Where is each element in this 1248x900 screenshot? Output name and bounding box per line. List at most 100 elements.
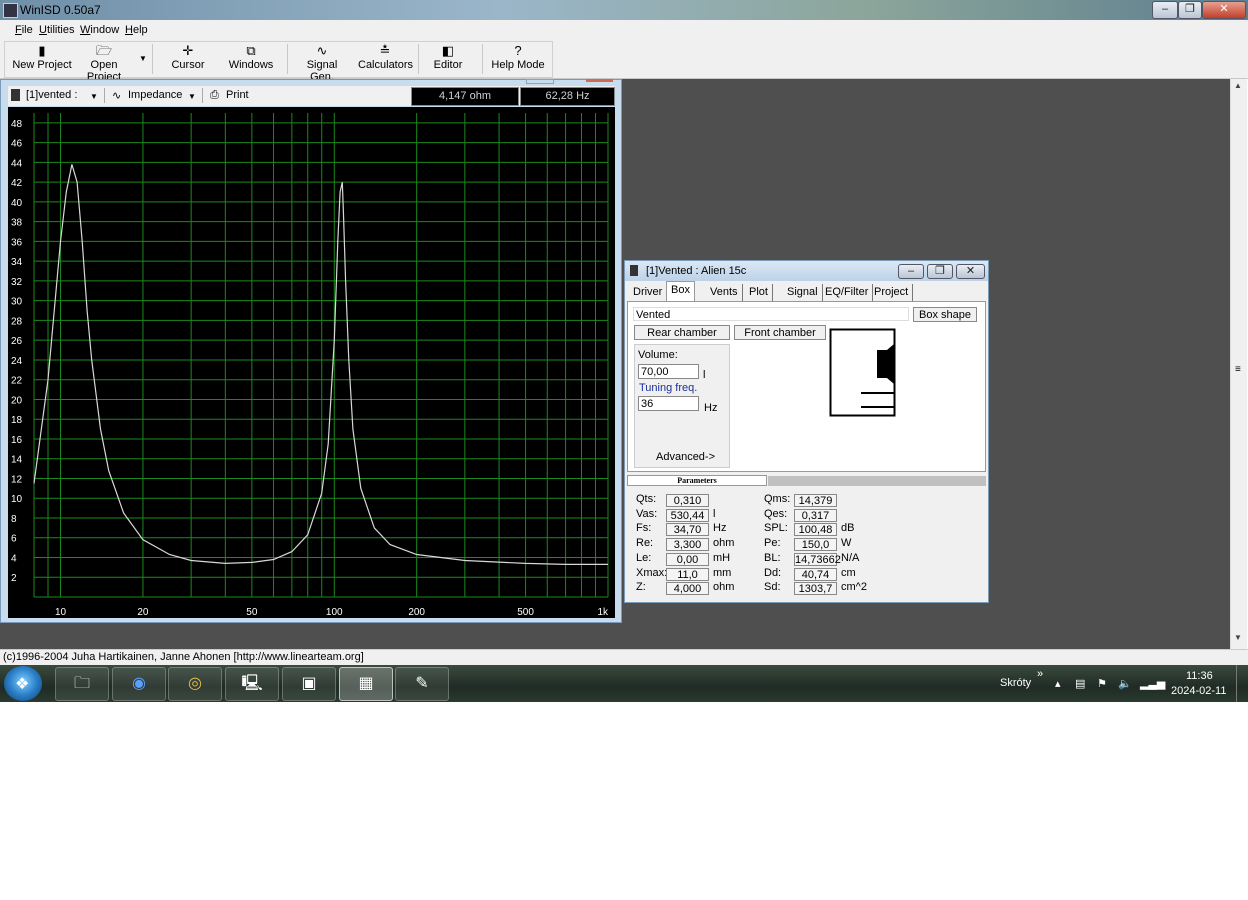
menu-file[interactable]: File <box>15 24 33 36</box>
scroll-thumb-grip-icon[interactable]: ≡ <box>1235 364 1241 375</box>
menu-help[interactable]: Help <box>125 24 148 36</box>
x-tick-label: 50 <box>246 607 258 618</box>
taskbar-photo-viewer[interactable]: ▣ <box>282 667 336 701</box>
tab-signal[interactable]: Signal <box>783 284 823 301</box>
param-right-value: 150,0 <box>794 538 837 552</box>
workspace-scrollbar[interactable]: ▲ ≡ ▼ <box>1230 79 1247 649</box>
param-left-label: Z: <box>636 581 646 594</box>
windows-taskbar: ❖ 🗀 ◉ ◎ 🖳 ▣ ▦ ✎ Skróty » ▴ ▤ ⚑ 🔈 ▂▃▅ 11:… <box>0 665 1248 702</box>
param-right-value: 14,379 <box>794 494 837 507</box>
calculators-button[interactable]: ≛ Calculators <box>358 43 413 76</box>
rear-chamber-button[interactable]: Rear chamber <box>634 325 730 340</box>
box-shape-button[interactable]: Box shape <box>913 307 977 322</box>
restore-icon[interactable]: ❐ <box>927 264 953 279</box>
y-tick-label: 44 <box>11 158 23 169</box>
close-icon[interactable]: ✕ <box>956 264 985 279</box>
tab-eq-filter[interactable]: EQ/Filter <box>821 284 874 301</box>
restore-icon[interactable]: ❐ <box>1178 1 1202 19</box>
taskbar-explorer[interactable]: 🗀 <box>55 667 109 701</box>
windows-logo-icon: ❖ <box>15 676 30 693</box>
y-tick-label: 42 <box>11 178 23 189</box>
menu-utilities[interactable]: Utilities <box>39 24 74 36</box>
chart-background <box>8 107 615 618</box>
status-bar: (c)1996-2004 Juha Hartikainen, Janne Aho… <box>0 649 1248 666</box>
impedance-chart[interactable]: 2468101214161820222426283032343638404244… <box>8 107 615 618</box>
tray-expand-icon[interactable]: ▴ <box>1055 677 1061 690</box>
taskbar-chrome[interactable]: ◎ <box>168 667 222 701</box>
scroll-up-icon[interactable]: ▲ <box>1234 81 1242 90</box>
taskbar-remote-desktop[interactable]: 🖳 <box>225 667 279 701</box>
param-left-unit: Hz <box>713 522 727 535</box>
param-left-unit: mm <box>713 566 732 579</box>
calculator-icon: ≛ <box>379 43 391 58</box>
param-right-label: BL: <box>764 551 781 564</box>
volume-icon[interactable]: 🔈 <box>1118 677 1132 690</box>
open-project-dropdown-icon[interactable]: ▼ <box>139 54 147 63</box>
network-icon[interactable]: ▂▃▅ <box>1140 677 1165 690</box>
taskbar-chromium[interactable]: ◉ <box>112 667 166 701</box>
photo-viewer-icon: ▣ <box>301 675 317 692</box>
y-tick-label: 22 <box>11 376 23 387</box>
param-right-unit: dB <box>841 522 855 535</box>
front-chamber-button[interactable]: Front chamber <box>734 325 826 340</box>
project-select-dropdown-icon[interactable]: ▼ <box>90 92 98 101</box>
start-button[interactable]: ❖ <box>4 666 42 701</box>
advanced-button[interactable]: Advanced-> <box>656 451 715 463</box>
minimize-icon[interactable]: – <box>1152 1 1178 19</box>
signal-gen-button[interactable]: ∿ Signal Gen. <box>295 44 349 84</box>
param-left-unit: l <box>713 507 716 520</box>
clock-date[interactable]: 2024-02-11 <box>1171 685 1226 697</box>
plot-type-select[interactable]: Impedance <box>128 89 182 101</box>
param-right-value: 40,74 <box>794 567 837 581</box>
project-icon <box>11 89 20 101</box>
close-icon[interactable]: ✕ <box>1202 1 1246 19</box>
windows-button[interactable]: ⧉ Windows <box>226 44 276 76</box>
param-right-label: Sd: <box>764 581 781 594</box>
main-toolbar: ▮ New Project 🗁 Open Project ▼ ✛ Cursor … <box>0 40 1248 84</box>
param-left-value: 0,310 <box>666 494 709 507</box>
cursor-button[interactable]: ✛ Cursor <box>163 44 213 76</box>
impedance-icon: ∿ <box>112 90 122 102</box>
copyright-text: (c)1996-2004 Juha Hartikainen, Janne Aho… <box>3 651 364 663</box>
y-tick-label: 40 <box>11 198 23 209</box>
param-right-unit: W <box>841 537 852 550</box>
action-center-icon[interactable]: ⚑ <box>1097 677 1107 690</box>
minimize-icon[interactable]: – <box>898 264 924 279</box>
paint-icon: ✎ <box>415 675 429 692</box>
chevron-right-icon[interactable]: » <box>1037 668 1043 680</box>
param-right-label: SPL: <box>764 522 788 535</box>
clock-time[interactable]: 11:36 <box>1186 670 1213 682</box>
param-right-value: 14,73662 <box>794 552 841 566</box>
volume-unit: l <box>703 369 706 381</box>
tab-plot[interactable]: Plot <box>745 284 773 301</box>
y-tick-label: 20 <box>11 395 23 406</box>
tab-vents[interactable]: Vents <box>706 284 743 301</box>
print-button[interactable]: Print <box>226 89 249 101</box>
help-mode-button[interactable]: ? Help Mode <box>490 44 546 76</box>
taskbar-winisd[interactable]: ▦ <box>339 667 393 701</box>
y-tick-label: 2 <box>11 573 17 584</box>
taskbar-paint[interactable]: ✎ <box>395 667 449 701</box>
box-shape-diagram <box>829 328 896 417</box>
tab-driver[interactable]: Driver <box>629 284 668 301</box>
graph-close-icon[interactable] <box>586 79 613 82</box>
shortcuts-toolbar[interactable]: Skróty <box>1000 677 1031 689</box>
tab-project[interactable]: Project <box>870 284 914 301</box>
menu-bar: File Utilities Window Help <box>0 20 1248 40</box>
tuning-freq-input[interactable]: 36 <box>638 396 699 411</box>
scroll-down-icon[interactable]: ▼ <box>1234 633 1242 642</box>
menu-window[interactable]: Window <box>80 24 119 36</box>
plot-type-dropdown-icon[interactable]: ▼ <box>188 92 196 101</box>
tray-device-icon[interactable]: ▤ <box>1075 677 1085 690</box>
box-type-field[interactable]: Vented <box>633 307 909 321</box>
show-desktop-button[interactable] <box>1236 665 1248 702</box>
tab-box[interactable]: Box <box>666 281 695 302</box>
open-project-button[interactable]: 🗁 Open Project <box>74 44 134 84</box>
editor-button[interactable]: ◧ Editor <box>428 44 468 76</box>
volume-input[interactable]: 70,00 <box>638 364 699 379</box>
project-select[interactable]: [1]vented : <box>26 89 77 101</box>
new-project-button[interactable]: ▮ New Project <box>12 44 72 76</box>
param-left-label: Vas: <box>636 507 658 520</box>
param-left-label: Xmax: <box>636 566 668 579</box>
tuning-freq-label: Tuning freq. <box>639 382 698 394</box>
